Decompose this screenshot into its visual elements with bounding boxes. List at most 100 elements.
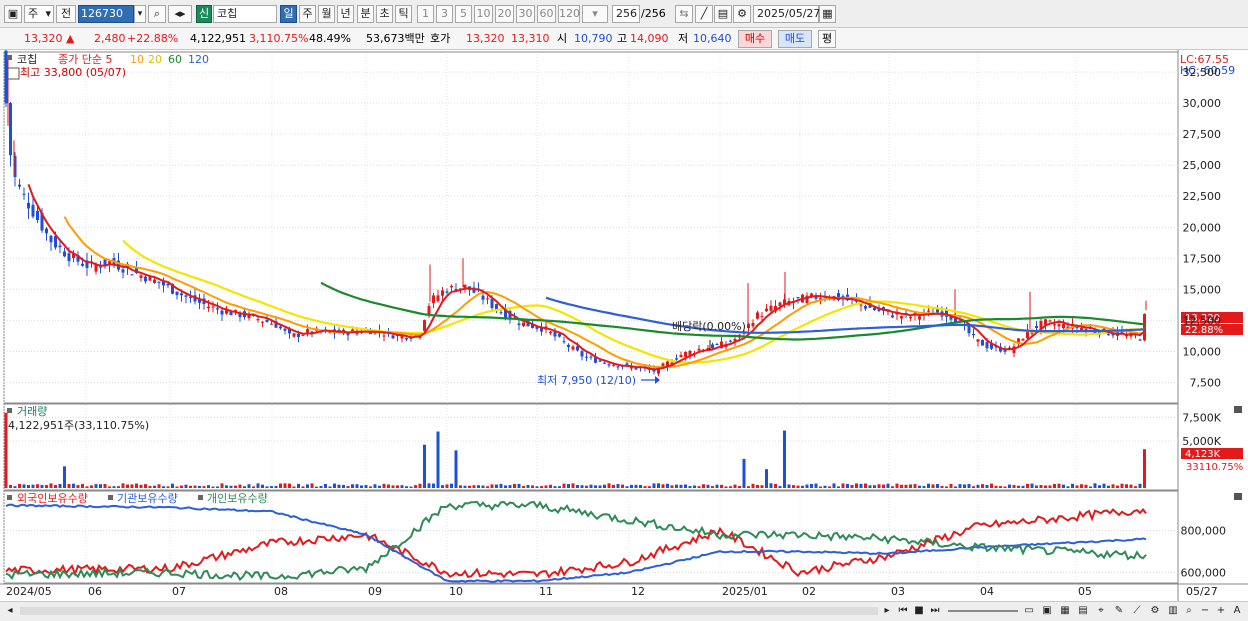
buy-button[interactable]: 매수 bbox=[738, 30, 772, 48]
count-input[interactable]: 256 bbox=[612, 5, 640, 23]
panel-handle-icon[interactable] bbox=[7, 55, 12, 60]
volume-bar bbox=[13, 486, 17, 488]
layout-icon[interactable]: ▤ bbox=[1076, 604, 1090, 618]
zoom-in-icon[interactable]: + bbox=[1214, 604, 1228, 618]
volume-bar bbox=[882, 484, 885, 488]
panel-handle-icon[interactable] bbox=[198, 495, 203, 500]
line-draw-icon[interactable]: ╱ bbox=[695, 5, 713, 23]
candle-body bbox=[216, 308, 219, 310]
volume-bar bbox=[432, 483, 435, 488]
crosshair-icon[interactable]: ⌖ bbox=[1094, 604, 1108, 618]
zoom-slider[interactable] bbox=[948, 610, 1018, 612]
calendar-icon[interactable] bbox=[7, 67, 20, 80]
layout-icon[interactable]: ▦ bbox=[1058, 604, 1072, 618]
volume-bar bbox=[967, 484, 971, 488]
interval-select[interactable]: ▾ bbox=[582, 5, 608, 23]
text-size-icon[interactable]: A bbox=[1230, 604, 1244, 618]
volume-bar bbox=[270, 486, 273, 488]
zoom-icon[interactable]: ⌕ bbox=[1182, 604, 1196, 618]
period-year[interactable]: 년 bbox=[337, 5, 354, 23]
interval-5[interactable]: 5 bbox=[455, 5, 472, 23]
volume-bar bbox=[400, 485, 404, 488]
volume-bar bbox=[220, 483, 224, 488]
volume-bar bbox=[634, 484, 638, 488]
volume-bar bbox=[85, 486, 89, 488]
measure-icon[interactable]: ⟋ bbox=[1130, 604, 1144, 618]
prefix-button[interactable]: 전 bbox=[56, 5, 76, 23]
volume-bar bbox=[733, 484, 737, 488]
price-change-pct: +22.88% bbox=[127, 32, 179, 45]
settings-icon[interactable]: ⚙ bbox=[1148, 604, 1162, 618]
interval-1[interactable]: 1 bbox=[417, 5, 434, 23]
x-tick-label: 07 bbox=[172, 585, 186, 598]
draw-icon[interactable]: ✎ bbox=[1112, 604, 1126, 618]
stock-name-field[interactable]: 코칩 bbox=[213, 5, 277, 23]
period-second[interactable]: 초 bbox=[376, 5, 393, 23]
period-month[interactable]: 월 bbox=[318, 5, 335, 23]
volume-bar bbox=[544, 485, 548, 488]
sell-button[interactable]: 매도 bbox=[778, 30, 812, 48]
volume-bar bbox=[787, 484, 791, 488]
horizontal-scrollbar[interactable] bbox=[20, 607, 878, 615]
interval-120[interactable]: 120 bbox=[558, 5, 580, 23]
volume-bar bbox=[846, 483, 849, 488]
chevron-down-icon[interactable]: ▾ bbox=[134, 5, 146, 23]
volume-bar bbox=[378, 485, 381, 488]
volume-bar bbox=[850, 484, 854, 488]
interval-30[interactable]: 30 bbox=[516, 5, 535, 23]
chart-icon[interactable]: ▥ bbox=[1166, 604, 1180, 618]
interval-10[interactable]: 10 bbox=[474, 5, 493, 23]
rewind-icon[interactable]: ⏮ bbox=[896, 604, 910, 618]
x-tick-label: 2025/01 bbox=[722, 585, 768, 598]
volume-bar bbox=[1084, 484, 1088, 488]
period-minute[interactable]: 분 bbox=[357, 5, 374, 23]
gear-icon[interactable]: ⚙ bbox=[733, 5, 751, 23]
period-week[interactable]: 주 bbox=[299, 5, 316, 23]
stop-icon[interactable]: ■ bbox=[912, 604, 926, 618]
panel-handle-icon[interactable] bbox=[108, 495, 113, 500]
date-input[interactable]: 2025/05/27 bbox=[753, 5, 820, 23]
volume-bar bbox=[441, 485, 444, 488]
scroll-left-icon[interactable]: ◂ bbox=[3, 604, 17, 618]
mode-select[interactable]: 주 ▾ bbox=[24, 5, 54, 23]
compress-icon[interactable]: ⇆ bbox=[675, 5, 693, 23]
volume-bar bbox=[234, 485, 237, 488]
stock-code-input[interactable]: 126730 bbox=[78, 5, 134, 23]
scroll-right-icon[interactable]: ▸ bbox=[880, 604, 894, 618]
panel-handle-icon[interactable] bbox=[7, 495, 12, 500]
candle-body bbox=[936, 309, 939, 313]
layout-icon[interactable]: ▭ bbox=[1022, 604, 1036, 618]
panel-close-icon[interactable] bbox=[1234, 406, 1242, 413]
zoom-out-icon[interactable]: − bbox=[1198, 604, 1212, 618]
volume-bar bbox=[913, 484, 917, 488]
window-icon[interactable]: ▣ bbox=[4, 5, 22, 23]
volume-bar bbox=[391, 485, 395, 488]
candle-body bbox=[405, 338, 408, 340]
ask-price: 13,320 bbox=[466, 32, 505, 45]
candle-body bbox=[562, 341, 566, 343]
volume-bar bbox=[283, 483, 287, 488]
candle-body bbox=[58, 245, 62, 248]
calendar-icon[interactable]: ▦ bbox=[819, 5, 836, 23]
candle-body bbox=[796, 297, 800, 299]
eval-button[interactable]: 평 bbox=[818, 30, 836, 48]
volume-bar bbox=[144, 484, 147, 488]
panel-handle-icon[interactable] bbox=[7, 408, 12, 413]
save-icon[interactable]: ▤ bbox=[714, 5, 732, 23]
volume-bar bbox=[661, 484, 665, 488]
trade-amount: 53,673백만 bbox=[366, 32, 425, 45]
speaker-icon[interactable]: ◂▸ bbox=[168, 5, 192, 23]
interval-20[interactable]: 20 bbox=[495, 5, 514, 23]
layout-icon[interactable]: ▣ bbox=[1040, 604, 1054, 618]
interval-3[interactable]: 3 bbox=[436, 5, 453, 23]
panel-close-icon[interactable] bbox=[1234, 493, 1242, 500]
period-tick[interactable]: 틱 bbox=[395, 5, 412, 23]
search-icon[interactable]: ⌕ bbox=[148, 5, 166, 23]
volume-bar bbox=[1111, 484, 1115, 488]
foreign-holding-label: 외국인보유수량 bbox=[17, 492, 88, 505]
fast-forward-icon[interactable]: ⏭ bbox=[928, 604, 942, 618]
period-day[interactable]: 일 bbox=[280, 5, 297, 23]
interval-60[interactable]: 60 bbox=[537, 5, 556, 23]
candle-body bbox=[1044, 319, 1047, 325]
volume-bar bbox=[1044, 485, 1047, 488]
